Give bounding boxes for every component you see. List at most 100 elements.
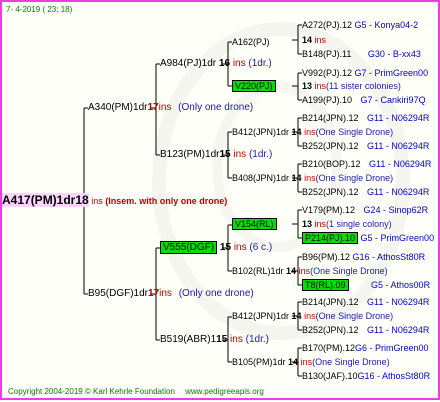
queen-node-gen5[interactable]: B148(PJ).11 G30 - B-xx43 [302, 48, 421, 60]
ins-note: (Only one drone) [178, 102, 254, 113]
ins-note: (One Single Drone) [315, 311, 394, 321]
ins-count: 17 [147, 102, 159, 113]
queen-node-gen5[interactable]: B210(BOP).12 G11 - N06294R [302, 158, 431, 170]
lineage-info: G11 - N06294R [369, 159, 432, 169]
ins-detail-gen4: 13 ins(1 single colony) [302, 218, 392, 230]
ins-label: ins [314, 81, 327, 91]
queen-name: B519(ABR)1 [160, 334, 217, 345]
queen-node-gen5[interactable]: B170(PM).12G6 - PrimGreen00 [302, 342, 429, 354]
queen-name: V220(PJ) [232, 80, 276, 92]
ins-detail-gen4: 13 ins(11 sister colonies) [302, 80, 401, 92]
queen-node-gen5[interactable]: A272(PJ).12 G5 - Konya04-2 [302, 19, 418, 31]
ins-note: (One Single Drone) [312, 357, 390, 367]
queen-node-gen4[interactable]: B102(RL)1dr 14 ins(One Single Drone) [232, 265, 388, 277]
queen-name: B214(JPN).12 [302, 297, 359, 307]
ins-label: ins [304, 127, 316, 137]
lineage-info: G5 - PrimGreen00 [360, 233, 435, 243]
queen-name: B130(JAF).10 [302, 371, 358, 381]
ins-count: 13 [302, 81, 313, 91]
queen-node-gen5[interactable]: B130(JAF).10G16 - AthosSt80R [302, 370, 430, 382]
queen-name: B102(RL)1dr [232, 266, 284, 276]
lineage-info: G11 - N06294R [367, 141, 430, 151]
queen-name: A340(PM)1dr [88, 102, 148, 113]
ins-label: ins [233, 149, 247, 160]
queen-name: V179(PM).12 [302, 205, 356, 215]
lineage-info: G16 - AthosSt80R [357, 371, 431, 381]
ins-label: ins [314, 219, 327, 229]
footer-link[interactable]: www.pedigreeapis.org [185, 387, 264, 396]
queen-node-gen3[interactable]: B519(ABR)115 ins (1dr.) [160, 334, 269, 346]
ins-note: (11 sister colonies) [326, 81, 401, 91]
queen-name: B252(JPN).12 [302, 187, 359, 197]
lineage-info: G11 - N06294R [367, 187, 430, 197]
queen-name: A984(PJ)1dr [160, 58, 217, 69]
lineage-info: G11 - N06294R [367, 113, 430, 123]
footer: Copyright 2004-2019 © Karl Kehrle Founda… [8, 386, 264, 398]
queen-name: B123(PM)1dr [160, 149, 220, 160]
queen-node-gen5[interactable]: B214(JPN).12 G11 - N06294R [302, 296, 429, 308]
lineage-info: G24 - Sinop62R [363, 205, 429, 215]
queen-node-gen5[interactable]: B252(JPN).12 G11 - N06294R [302, 324, 429, 336]
queen-node-gen5[interactable]: V179(PM).12 G24 - Sinop62R [302, 204, 428, 216]
queen-node-gen5[interactable]: V992(PJ).12 G7 - PrimGreen00 [302, 67, 428, 79]
ins-label: ins [159, 288, 172, 299]
queen-node-gen4[interactable]: V220(PJ) [232, 80, 276, 92]
ins-label: ins [230, 334, 243, 345]
queen-node-gen5[interactable]: B214(JPN).12 G11 - N06294R [302, 112, 429, 124]
queen-node-gen3[interactable]: B123(PM)1dr15 ins (1dr.) [160, 149, 272, 161]
queen-node-gen2[interactable]: A340(PM)1dr17ins (Only one drone) [88, 102, 253, 114]
ins-label: ins [233, 242, 247, 253]
queen-node-gen4[interactable]: V154(RL) [232, 218, 277, 230]
queen-node-gen5[interactable]: B252(JPN).12 G11 - N06294R [302, 186, 429, 198]
queen-name: B170(PM).12 [302, 343, 356, 353]
queen-name: B96(PM).12 [302, 252, 351, 262]
lineage-info: G5 - Athos00R [371, 280, 431, 290]
copyright-text: Copyright 2004-2019 © Karl Kehrle Founda… [8, 387, 175, 396]
ins-count: 18 [75, 193, 89, 207]
queen-name: B252(JPN).12 [302, 141, 359, 151]
lineage-info: G5 - Konya04-2 [354, 20, 419, 30]
queen-node-gen5[interactable]: B96(PM).12 G16 - AthosSt80R [302, 251, 425, 263]
ins-count: 16 [218, 58, 231, 69]
ins-count: 14 [291, 311, 302, 321]
lineage-info: G6 - PrimGreen00 [355, 343, 429, 353]
queen-node-gen5[interactable]: A199(PJ).10 G7 - Cankiri97Q [302, 94, 426, 106]
queen-node-gen3[interactable]: A984(PJ)1dr 16 ins (1dr.) [160, 58, 272, 70]
queen-name: T8(RL).09 [302, 279, 349, 291]
queen-node-gen4[interactable]: B412(JPN)1dr 14 ins(One Single Drone) [232, 310, 393, 322]
queen-node-gen3[interactable]: V555(DGF) 15 ins (6 c.) [160, 241, 272, 254]
ins-label: ins [304, 311, 316, 321]
queen-node-gen4[interactable]: A162(PJ) [232, 36, 270, 48]
ins-note: (One Single Drone) [310, 266, 388, 276]
ins-detail-gen4: 14 ins [302, 34, 326, 46]
queen-name: P214(PJ).10 [302, 232, 359, 244]
queen-name: V992(PJ).12 [302, 68, 353, 78]
queen-node-gen4[interactable]: B105(PM)1dr 14 ins(One Single Drone) [232, 356, 390, 368]
queen-name: A199(PJ).10 [302, 95, 353, 105]
queen-node-gen4[interactable]: B412(JPN)1dr 14 ins(One Single Drone) [232, 126, 393, 138]
ins-label: ins [158, 102, 172, 113]
queen-name: B412(JPN)1dr [232, 311, 290, 321]
queen-name: A417(PM)1dr [2, 193, 76, 207]
queen-node-gen5[interactable]: B252(JPN).12 G11 - N06294R [302, 140, 429, 152]
queen-name: B95(DGF)1dr [88, 288, 149, 299]
queen-name: B408(JPN)1dr [232, 173, 290, 183]
queen-name: V555(DGF) [160, 241, 218, 254]
ins-note: (1 single colony) [326, 219, 392, 229]
ins-label: ins [300, 357, 313, 367]
ins-label: ins [314, 35, 327, 45]
queen-node-gen2[interactable]: B95(DGF)1dr17ins (Only one drone) [88, 288, 254, 300]
lineage-info: G7 - PrimGreen00 [354, 68, 429, 78]
queen-name: B412(JPN)1dr [232, 127, 290, 137]
ins-count: 15 [219, 242, 232, 253]
lineage-info: G16 - AthosSt80R [352, 252, 426, 262]
queen-node-gen1[interactable]: A417(PM)1dr18 ins (Insem. with only one … [2, 193, 227, 207]
queen-node-gen5[interactable]: T8(RL).09 G5 - Athos00R [302, 279, 430, 291]
ins-label: ins [91, 196, 103, 206]
queen-node-gen5[interactable]: P214(PJ).10 G5 - PrimGreen00 [302, 232, 434, 244]
ins-note: (1dr.) [245, 334, 269, 345]
ins-count: 14 [291, 127, 302, 137]
lineage-info: G11 - N06294R [367, 297, 430, 307]
ins-count: 14 [288, 357, 299, 367]
queen-node-gen4[interactable]: B408(JPN)1dr 14 ins(One Single Drone) [232, 172, 393, 184]
